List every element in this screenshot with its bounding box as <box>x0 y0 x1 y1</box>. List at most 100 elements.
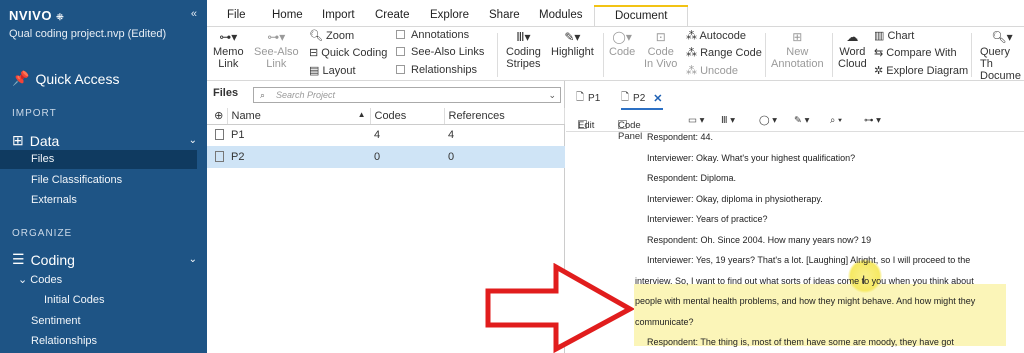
sidebar-item-files[interactable]: Files <box>0 150 197 169</box>
doc-tab-p1[interactable]: 🗋 P1 <box>576 90 600 107</box>
new-annotation-button[interactable]: ⊞ New Annotation <box>771 31 824 70</box>
column-references[interactable]: References <box>444 108 565 125</box>
tab-share[interactable]: Share <box>489 9 520 21</box>
code-in-vivo-button[interactable]: ⊡ Code In Vivo <box>644 31 677 70</box>
data-group[interactable]: ⊞ Data ⌄ <box>12 132 197 149</box>
range-code-button[interactable]: ⁂ Range Code <box>686 46 762 59</box>
ribbon-separator <box>497 33 498 77</box>
sidebar-item-sentiment[interactable]: Sentiment <box>0 312 197 331</box>
column-codes[interactable]: Codes <box>370 108 445 125</box>
autocode-button[interactable]: ⁂ Autocode <box>686 29 746 42</box>
sidebar: NVIVO ⁜ « Qual coding project.nvp (Edite… <box>0 0 207 353</box>
tab-document[interactable]: Document <box>594 5 689 27</box>
uncode-label: Uncode <box>700 65 738 77</box>
quick-access-label: Quick Access <box>35 70 120 87</box>
diagram-icon: ✲ <box>874 65 884 77</box>
circle-icon[interactable]: ◯ ▾ <box>759 115 777 126</box>
tab-file[interactable]: File <box>227 9 246 21</box>
word-cloud-button[interactable]: ☁ Word Cloud <box>838 31 867 70</box>
close-icon[interactable]: ✕ <box>653 92 662 105</box>
sidebar-item-codes[interactable]: ⌄ Codes <box>0 271 197 290</box>
coding-stripes-button[interactable]: Ⅲ▾ Coding Stripes <box>506 31 541 70</box>
app-logo: NVIVO ⁜ <box>9 8 65 23</box>
tab-modules[interactable]: Modules <box>539 9 582 21</box>
add-column-icon[interactable]: ⊕ <box>207 108 228 125</box>
collapse-sidebar-button[interactable]: « <box>191 8 197 20</box>
highlighter-icon: ✎▾ <box>564 30 581 44</box>
table-row[interactable]: P1 4 4 <box>207 124 565 146</box>
chevron-down-icon[interactable]: ⌄ <box>548 88 556 102</box>
layout-button[interactable]: ▤ Layout <box>309 64 356 77</box>
code-button[interactable]: ◯▾ Code <box>609 31 635 58</box>
chart-label: Chart <box>887 30 915 42</box>
link-icon[interactable]: ⊶ ▾ <box>864 115 881 126</box>
memo-link-button[interactable]: ⊶▾ Memo Link <box>213 31 244 70</box>
edit-label: Edit <box>578 120 595 131</box>
see-also-link-label-1: See-Also <box>254 46 299 58</box>
sidebar-item-initial-codes[interactable]: Initial Codes <box>0 291 197 310</box>
see-also-link-button[interactable]: ⊶▾ See-Also Link <box>254 31 299 70</box>
see-also-links-checkbox[interactable]: See-Also Links <box>396 46 484 58</box>
relationships-label: Relationships <box>411 64 478 76</box>
tab-create[interactable]: Create <box>375 9 410 21</box>
checkbox-icon <box>396 65 405 74</box>
comment-icon[interactable]: ▭ ▾ <box>688 115 704 126</box>
chevron-down-icon: ⌄ <box>188 254 197 265</box>
tab-import[interactable]: Import <box>322 9 355 21</box>
explore-diagram-button[interactable]: ✲ Explore Diagram <box>874 64 968 77</box>
code-in-vivo-label-1: Code <box>647 46 674 58</box>
compare-icon: ⇆ <box>874 47 884 59</box>
sidebar-item-relationships[interactable]: Relationships <box>0 332 197 351</box>
checkbox-icon <box>396 47 405 56</box>
chevron-down-icon: ⌄ <box>18 274 28 286</box>
highlighter-icon[interactable]: ✎ ▾ <box>794 115 809 126</box>
tab-home[interactable]: Home <box>272 9 303 21</box>
table-row[interactable]: P2 0 0 <box>207 146 565 168</box>
zoom-button[interactable]: 🔍︎ Zoom <box>309 29 354 42</box>
coding-group[interactable]: ☰ Coding ⌄ <box>12 251 197 268</box>
coding-stripes-icon[interactable]: Ⅲ ▾ <box>721 115 735 126</box>
document-icon: 🗋 <box>576 92 585 103</box>
ribbon: ⊶▾ Memo Link ⊶▾ See-Also Link 🔍︎ Zoom ⊟ … <box>207 26 1024 82</box>
chart-button[interactable]: ▥ Chart <box>874 29 914 42</box>
sidebar-item-file-classifications[interactable]: File Classifications <box>0 171 197 190</box>
transcript-line: Interviewer: Okay. What's your highest q… <box>647 152 856 163</box>
annotation-icon: ⊞ <box>792 30 803 44</box>
see-also-links-label: See-Also Links <box>411 46 485 58</box>
uncode-button[interactable]: ⁂ Uncode <box>686 64 738 77</box>
chart-icon: ▥ <box>874 30 885 42</box>
query-this-document-button[interactable]: 🔍︎▾ Query Th Docume <box>980 31 1024 82</box>
chevron-down-icon: ⌄ <box>188 135 197 146</box>
ribbon-separator <box>603 33 604 77</box>
search-project-input[interactable]: ⌕ Search Project ⌄ <box>253 87 561 103</box>
compare-with-button[interactable]: ⇆ Compare With <box>874 46 957 59</box>
search-icon[interactable]: ⌕ ▾ <box>830 115 842 126</box>
autocode-label: Autocode <box>699 30 746 42</box>
import-section-label: IMPORT <box>12 108 57 119</box>
tab-explore[interactable]: Explore <box>430 9 469 21</box>
cloud-icon: ☁ <box>846 30 859 44</box>
quick-coding-label: Quick Coding <box>321 47 388 59</box>
doc-tab-p2[interactable]: 🗋 P2 ✕ <box>621 90 663 110</box>
quick-coding-icon: ⊟ <box>309 47 319 59</box>
relationships-checkbox[interactable]: Relationships <box>396 64 477 76</box>
sidebar-item-externals[interactable]: Externals <box>0 191 197 210</box>
transcript-line: Respondent: Diploma. <box>647 173 737 183</box>
organize-section-label: ORGANIZE <box>12 228 73 239</box>
document-text[interactable]: Respondent: 44. Interviewer: Okay. What'… <box>635 132 1024 353</box>
highlight-button[interactable]: ✎▾ Highlight <box>551 31 594 58</box>
text-cursor-icon: I <box>862 273 866 287</box>
highlight-label: Highlight <box>551 46 594 58</box>
word-cloud-label-1: Word <box>839 46 866 58</box>
column-name[interactable]: Name ▲ <box>227 108 371 125</box>
quick-access-item[interactable]: 📌 Quick Access <box>12 70 119 87</box>
transcript-line: Interviewer: Years of practice? <box>647 214 768 224</box>
coding-stripes-label-2: Stripes <box>506 58 541 70</box>
quick-coding-button[interactable]: ⊟ Quick Coding <box>309 46 387 59</box>
code-in-vivo-label-2: In Vivo <box>644 58 678 70</box>
annotations-checkbox[interactable]: Annotations <box>396 29 469 41</box>
search-icon: ⌕ <box>260 90 266 100</box>
pin-icon: 📌 <box>12 70 30 86</box>
new-annotation-label-1: New <box>786 46 809 58</box>
document-icon: 🗋 <box>621 92 630 103</box>
